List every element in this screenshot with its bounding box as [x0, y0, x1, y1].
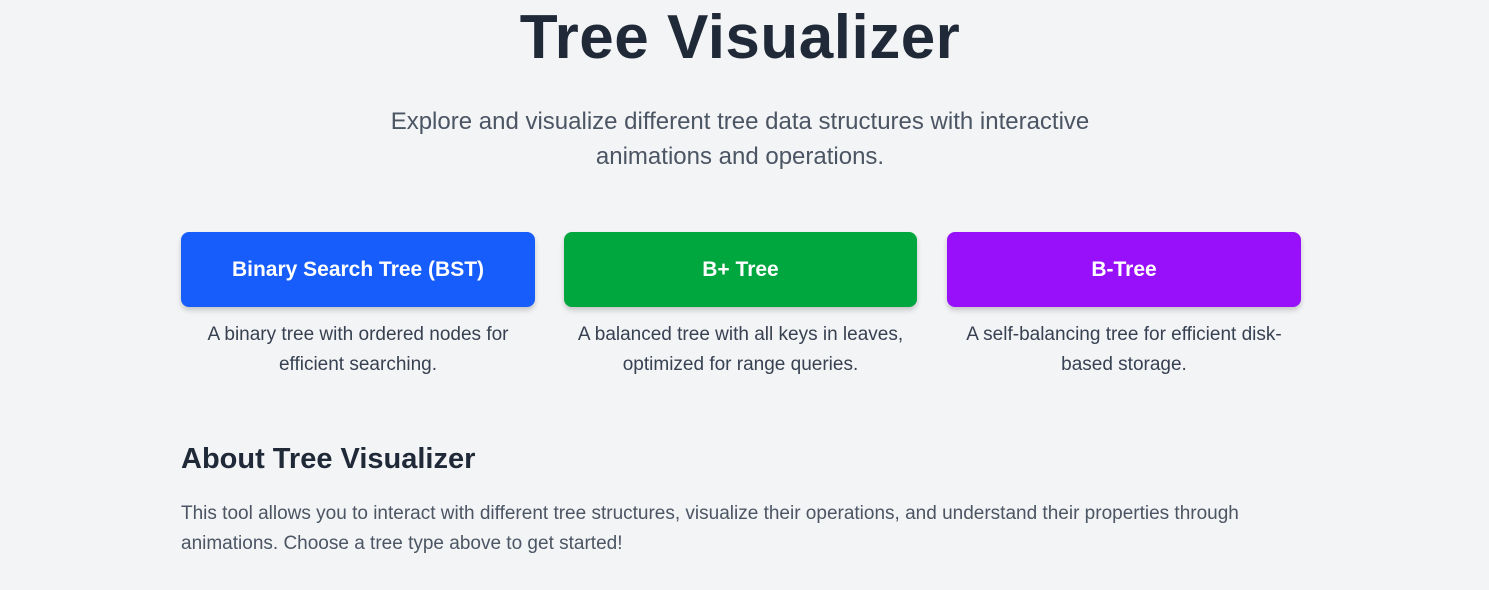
- bst-description: A binary tree with ordered nodes for eff…: [207, 324, 509, 375]
- page-title: Tree Visualizer: [519, 3, 961, 72]
- bplus-tree-button[interactable]: B+ Tree: [564, 232, 917, 307]
- about-text: This tool allows you to interact with di…: [181, 503, 1239, 554]
- btree-description: A self-balancing tree for efficient disk…: [966, 324, 1282, 375]
- bst-button[interactable]: Binary Search Tree (BST): [181, 232, 535, 307]
- btree-card: B-Tree A self-balancing tree for efficie…: [947, 232, 1301, 380]
- bplus-tree-card: B+ Tree A balanced tree with all keys in…: [564, 232, 917, 380]
- bst-card: Binary Search Tree (BST) A binary tree w…: [181, 232, 535, 380]
- btree-button[interactable]: B-Tree: [947, 232, 1301, 307]
- about-heading: About Tree Visualizer: [181, 443, 476, 475]
- page-subtitle: Explore and visualize different tree dat…: [390, 108, 1090, 170]
- home-page: Tree Visualizer Explore and visualize di…: [0, 0, 1489, 590]
- bplus-tree-description: A balanced tree with all keys in leaves,…: [577, 324, 904, 375]
